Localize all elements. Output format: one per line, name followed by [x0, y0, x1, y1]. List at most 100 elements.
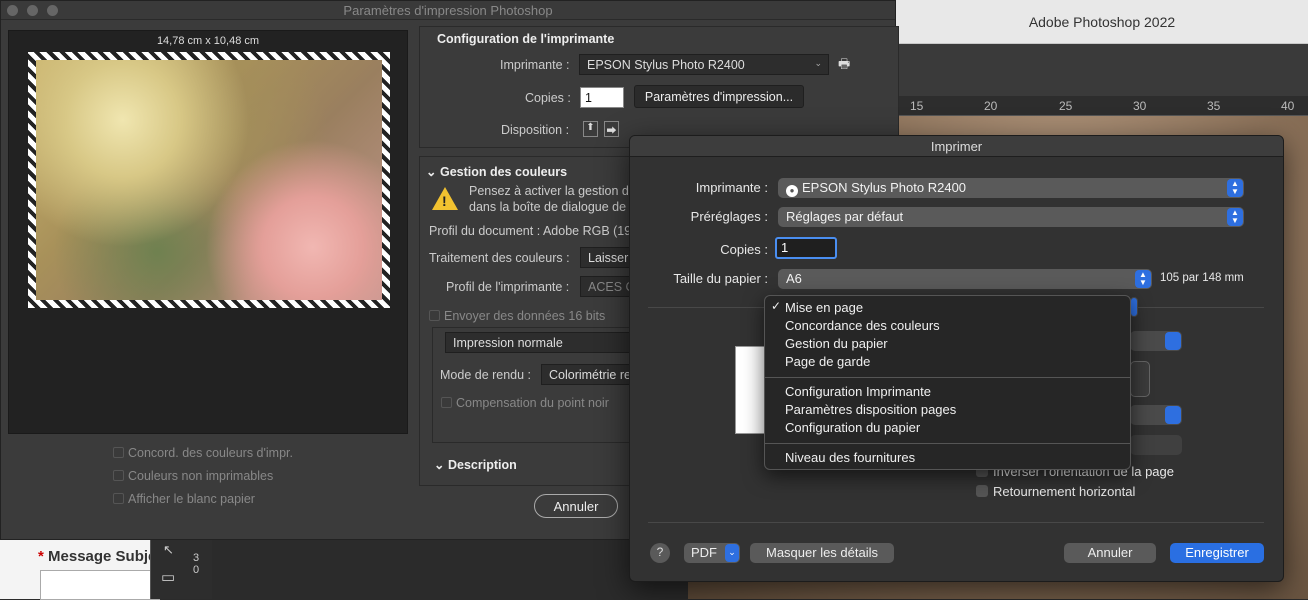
copies-label: Copies :	[720, 242, 768, 257]
toolbar: ↖ 3 0 ▭	[150, 538, 212, 599]
printer-profile-label: Profil de l'imprimante :	[446, 280, 570, 294]
presets-select[interactable]: Réglages par défaut ▲ ▼	[778, 207, 1244, 227]
horizontal-flip-check[interactable]: Retournement horizontal	[976, 484, 1135, 499]
add-printer-icon[interactable]: 🖶	[838, 55, 850, 77]
copies-input[interactable]: 1	[580, 87, 624, 108]
printer-select[interactable]: EPSON Stylus Photo R2400 ⌄	[579, 54, 829, 75]
check-label: Couleurs non imprimables	[128, 469, 274, 483]
portrait-orientation-icon[interactable]: ⬆	[583, 121, 598, 137]
mac-dialog-title: Imprimer	[930, 139, 983, 154]
ps-cancel-button[interactable]: Annuler	[534, 494, 618, 518]
checkbox[interactable]	[113, 470, 124, 481]
print-settings-button[interactable]: Paramètres d'impression...	[634, 85, 804, 108]
panel-dropdown-menu: ✓ Mise en page Concordance des couleurs …	[764, 295, 1131, 470]
horizontal-ruler: 15 20 25 30 35 40	[896, 96, 1308, 116]
check-label: Retournement horizontal	[993, 484, 1136, 499]
panel-select-stub[interactable]	[1130, 297, 1138, 317]
ruler-tick: 30	[1133, 99, 1147, 113]
menu-item-color-matching[interactable]: Concordance des couleurs	[785, 318, 940, 333]
marquee-tool-icon[interactable]: ▭	[161, 568, 175, 586]
printer-status-icon: ●	[786, 185, 798, 197]
printer-setup-heading: Configuration de l'imprimante	[437, 32, 615, 46]
copies-label: Copies :	[525, 91, 571, 105]
checkbox[interactable]	[113, 447, 124, 458]
checkbox[interactable]	[441, 397, 452, 408]
send-16bit-check[interactable]: Envoyer des données 16 bits	[429, 309, 605, 323]
menu-item-supply-levels[interactable]: Niveau des fournitures	[785, 450, 915, 465]
stepper-icon: ▲ ▼	[1227, 208, 1243, 226]
document-profile: Profil du document : Adobe RGB (19	[429, 224, 632, 238]
ps-dialog-title: Paramètres d'impression Photoshop	[343, 3, 553, 18]
check-label: Envoyer des données 16 bits	[444, 309, 606, 323]
stepper-icon: ▲ ▼	[1135, 270, 1151, 288]
print-mode-select[interactable]: Impression normale	[445, 332, 645, 353]
color-management-title: Gestion des couleurs	[439, 165, 568, 179]
help-button[interactable]: ?	[650, 543, 670, 563]
app-title: Adobe Photoshop 2022	[1028, 14, 1176, 30]
layout-label: Disposition :	[501, 123, 570, 137]
separator	[648, 522, 1264, 523]
required-star: *	[38, 548, 44, 565]
color-management-heading[interactable]: ⌄ Gestion des couleurs	[426, 164, 567, 179]
rendering-select[interactable]: Colorimétrie re	[541, 364, 641, 385]
description-heading[interactable]: ⌄ Description	[434, 457, 517, 472]
paper-size-label: Taille du papier :	[673, 271, 768, 286]
rendering-label: Mode de rendu :	[440, 368, 532, 382]
hidden-select-2[interactable]	[1130, 405, 1182, 425]
orientation-toggle[interactable]	[1130, 361, 1150, 397]
message-subject-input[interactable]	[40, 570, 160, 600]
warning-text-line1: Pensez à activer la gestion d	[469, 184, 629, 198]
presets-select-value: Réglages par défaut	[786, 209, 904, 224]
options-bar	[896, 44, 1308, 96]
pdf-label: PDF	[691, 545, 717, 560]
menu-separator	[765, 377, 1130, 378]
print-preview: 14,78 cm x 10,48 cm	[8, 30, 408, 434]
preview-image	[36, 60, 382, 300]
printer-label: Imprimante :	[695, 180, 768, 195]
menu-separator	[765, 443, 1130, 444]
hidden-select-3[interactable]	[1130, 435, 1182, 455]
menu-item-cover-page[interactable]: Page de garde	[785, 354, 870, 369]
menu-item-layout[interactable]: Mise en page	[785, 300, 863, 315]
ruler-tick: 15	[910, 99, 924, 113]
printer-select[interactable]: ● EPSON Stylus Photo R2400 ▲ ▼	[778, 178, 1244, 198]
chevron-down-icon: ⌄	[814, 58, 822, 68]
pdf-menu-button[interactable]: PDF ⌄	[684, 543, 740, 563]
hide-details-button[interactable]: Masquer les détails	[750, 543, 894, 563]
preview-page-frame	[28, 52, 390, 308]
preview-size-label: 14,78 cm x 10,48 cm	[156, 35, 260, 47]
mac-dialog-titlebar: Imprimer	[630, 136, 1283, 157]
app-titlebar: Adobe Photoshop 2022	[896, 0, 1308, 44]
copies-input[interactable]: 1	[775, 237, 837, 259]
message-subject-text: Message Subje	[48, 548, 157, 565]
presets-label: Préréglages :	[690, 209, 768, 224]
printer-label: Imprimante :	[500, 58, 570, 72]
ruler-tick: 20	[984, 99, 998, 113]
check-label: Compensation du point noir	[456, 396, 609, 410]
menu-item-printer-config[interactable]: Configuration Imprimante	[785, 384, 931, 399]
move-tool-icon[interactable]: ↖	[163, 542, 174, 558]
ruler-tick: 40	[1281, 99, 1295, 113]
cancel-button[interactable]: Annuler	[1064, 543, 1156, 563]
gamut-warning-check[interactable]: Couleurs non imprimables	[113, 469, 273, 483]
save-button[interactable]: Enregistrer	[1170, 543, 1264, 563]
checkbox[interactable]	[113, 493, 124, 504]
printer-select-value: EPSON Stylus Photo R2400	[802, 180, 967, 195]
black-point-check[interactable]: Compensation du point noir	[441, 396, 609, 410]
menu-item-page-layout-settings[interactable]: Paramètres disposition pages	[785, 402, 956, 417]
checkbox[interactable]	[429, 310, 440, 321]
stepper-icon	[1131, 298, 1137, 316]
match-print-colors-check[interactable]: Concord. des couleurs d'impr.	[113, 446, 293, 460]
ruler-tick: 25	[1059, 99, 1073, 113]
menu-item-paper-handling[interactable]: Gestion du papier	[785, 336, 888, 351]
warning-exclamation: !	[442, 193, 447, 209]
checkbox[interactable]	[976, 485, 988, 497]
page-preview-thumbnail	[735, 346, 767, 434]
landscape-orientation-icon[interactable]: ⮕	[604, 121, 619, 137]
show-paper-white-check[interactable]: Afficher le blanc papier	[113, 492, 255, 506]
hidden-select[interactable]	[1130, 331, 1182, 351]
warning-text-line2: dans la boîte de dialogue de	[469, 200, 627, 214]
paper-size-select[interactable]: A6 ▲ ▼	[778, 269, 1152, 289]
menu-item-paper-config[interactable]: Configuration du papier	[785, 420, 920, 435]
printer-setup-panel: Configuration de l'imprimante Imprimante…	[419, 26, 899, 148]
